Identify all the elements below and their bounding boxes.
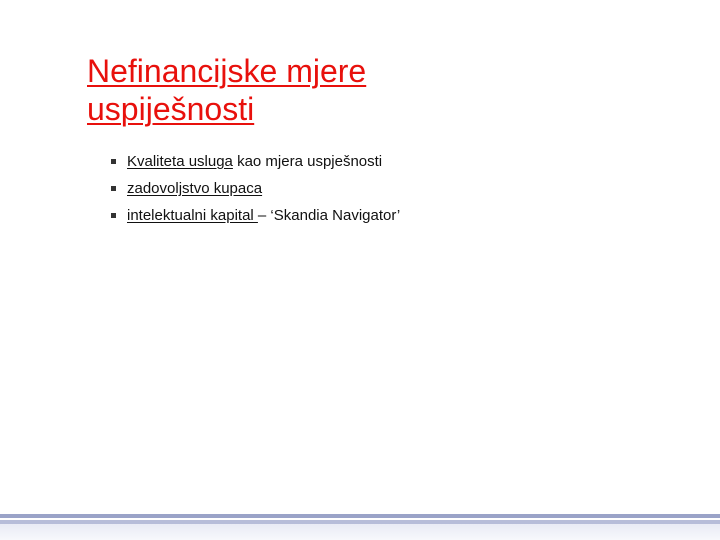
square-bullet-icon — [111, 159, 116, 164]
footer-fill — [0, 524, 720, 540]
slide: Nefinancijske mjere uspiješnosti Kvalitet… — [0, 0, 720, 540]
bullet-list: Kvaliteta usluga kao mjera uspješnosti z… — [111, 148, 400, 229]
bullet-text-underlined: intelektualni kapital — [127, 207, 258, 224]
square-bullet-icon — [111, 213, 116, 218]
title-line-1: Nefinancijske mjere — [87, 53, 367, 89]
bullet-text-rest: – ‘Skandia Navigator’ — [257, 207, 401, 224]
bullet-text-underlined: Kvaliteta usluga — [127, 153, 233, 170]
slide-title: Nefinancijske mjere uspiješnosti — [87, 52, 647, 128]
bullet-item-intellectual-capital: intelektualni kapital – ‘Skandia Navigat… — [111, 202, 400, 229]
bullet-item-service-quality: Kvaliteta usluga kao mjera uspješnosti — [111, 148, 400, 175]
bullet-item-customer-satisfaction: zadovoljstvo kupaca — [111, 175, 400, 202]
square-bullet-icon — [111, 186, 116, 191]
bullet-text-underlined: zadovoljstvo kupaca — [127, 180, 263, 197]
bullet-text-rest: kao mjera uspješnosti — [232, 153, 383, 170]
footer-decoration-band — [0, 514, 720, 540]
title-line-2: uspiješnosti — [87, 91, 255, 127]
